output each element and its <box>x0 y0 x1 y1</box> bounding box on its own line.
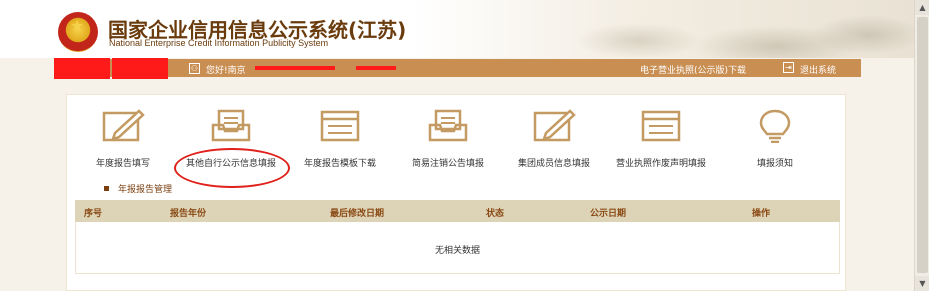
tile-annual-report-fill[interactable]: 年度报告填写 <box>68 109 178 179</box>
edit-icon <box>533 109 576 142</box>
tile-label: 年度报告模板下载 <box>303 159 376 169</box>
redaction-block <box>356 66 396 70</box>
tile-label: 营业执照作废声明填报 <box>615 159 706 169</box>
column-header-seq: 序号 <box>84 209 103 219</box>
page: ★ 国家企业信用信息公示系统(江苏) National Enterprise C… <box>0 0 914 291</box>
tile-label: 集团成员信息填报 <box>517 159 590 169</box>
tile-group-member-info[interactable]: 集团成员信息填报 <box>499 109 609 179</box>
edit-icon <box>102 109 145 142</box>
inbox-icon <box>428 109 468 142</box>
template-icon <box>641 110 681 142</box>
empty-state-message: 无相关数据 <box>434 246 480 256</box>
scroll-down-arrow-icon[interactable]: ▼ <box>915 276 929 291</box>
highlight-annotation-circle <box>174 148 290 188</box>
tile-template-download[interactable]: 年度报告模板下载 <box>285 109 395 179</box>
logout-link[interactable]: 退出系统 <box>800 63 836 76</box>
vertical-scrollbar[interactable]: ▲ ▼ <box>914 0 929 291</box>
lightbulb-icon <box>759 109 791 143</box>
tile-label: 简易注销公告填报 <box>411 159 484 169</box>
redaction-block <box>255 66 335 70</box>
redaction-block <box>54 58 110 79</box>
column-header-last-modified: 最后修改日期 <box>330 209 385 219</box>
column-header-status: 状态 <box>486 209 505 219</box>
site-subtitle: National Enterprise Credit Information P… <box>109 38 329 48</box>
template-icon <box>320 110 360 142</box>
tile-filing-instructions[interactable]: 填报须知 <box>720 109 830 179</box>
exit-icon[interactable]: ⇥ <box>783 62 794 73</box>
section-bullet-icon <box>104 186 109 191</box>
redaction-block <box>112 58 168 79</box>
column-header-actions: 操作 <box>752 209 771 219</box>
header-background-art <box>454 0 914 58</box>
emblem-star-icon: ★ <box>70 16 85 35</box>
license-download-link[interactable]: 电子营业执照(公示版)下载 <box>640 63 746 76</box>
section-title: 年报报告管理 <box>118 185 173 195</box>
inbox-icon <box>211 109 251 142</box>
tile-simple-deregistration[interactable]: 简易注销公告填报 <box>393 109 503 179</box>
user-greeting: 您好!南京 <box>206 66 246 76</box>
user-icon: ⚇ <box>189 63 200 74</box>
tile-license-void-statement[interactable]: 营业执照作废声明填报 <box>606 109 716 179</box>
scroll-thumb[interactable] <box>917 17 928 273</box>
tile-label: 填报须知 <box>756 159 793 169</box>
column-header-publish-date: 公示日期 <box>590 209 627 219</box>
tile-label: 年度报告填写 <box>95 159 150 169</box>
scroll-up-arrow-icon[interactable]: ▲ <box>915 0 929 15</box>
column-header-report-year: 报告年份 <box>170 209 207 219</box>
